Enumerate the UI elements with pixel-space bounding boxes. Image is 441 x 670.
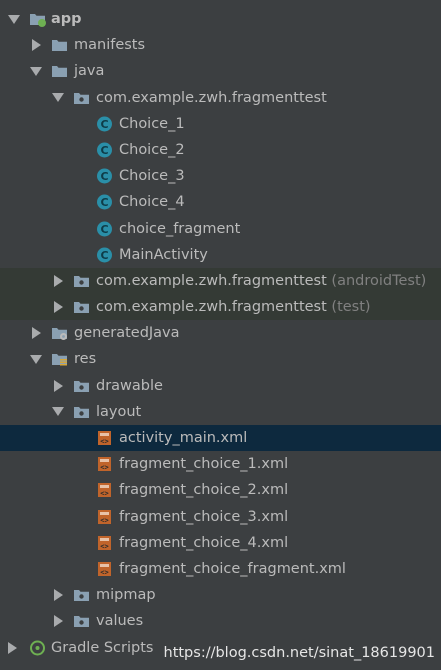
package-test-label: com.example.zwh.fragmenttest (test)	[96, 294, 371, 320]
tree-row-drawable[interactable]: drawable	[0, 373, 441, 399]
tree-row-layout-file[interactable]: fragment_choice_4.xml	[0, 530, 441, 556]
tree-row-package-test[interactable]: com.example.zwh.fragmenttest (test)	[0, 294, 441, 321]
tree-row-layout-file[interactable]: fragment_choice_fragment.xml	[0, 556, 441, 582]
folder-generated-java-label: generatedJava	[74, 325, 180, 342]
folder-icon	[51, 63, 68, 79]
generated-folder-icon	[51, 325, 67, 341]
layout-file-label: fragment_choice_2.xml	[119, 482, 289, 499]
package-icon	[73, 378, 90, 394]
collapse-arrow-icon[interactable]	[7, 6, 21, 32]
tree-row-res[interactable]: res	[0, 346, 441, 372]
expand-arrow-icon[interactable]	[51, 608, 65, 634]
tree-row-layout-file-selected[interactable]: activity_main.xml	[0, 425, 441, 452]
folder-mipmap-label: mipmap	[96, 587, 156, 604]
class-label: Choice_4	[119, 194, 185, 211]
package-icon	[73, 90, 90, 106]
tree-row-package-android-test[interactable]: com.example.zwh.fragmenttest (androidTes…	[0, 267, 441, 295]
expand-arrow-icon[interactable]	[51, 373, 65, 399]
module-app-label: app	[51, 11, 82, 27]
folder-drawable-label: drawable	[96, 377, 163, 394]
xml-layout-icon	[96, 456, 113, 472]
source-set-suffix: (test)	[331, 299, 371, 316]
tree-row-layout-file[interactable]: fragment_choice_1.xml	[0, 451, 441, 477]
expand-arrow-icon[interactable]	[29, 320, 43, 346]
collapse-arrow-icon[interactable]	[51, 85, 65, 111]
watermark-text: https://blog.csdn.net/sinat_18619901	[163, 645, 436, 661]
tree-row-values[interactable]: values	[0, 608, 441, 634]
tree-row-manifests[interactable]: manifests	[0, 32, 441, 58]
folder-manifests-label: manifests	[74, 37, 146, 54]
tree-row-layout[interactable]: layout	[0, 399, 441, 425]
tree-row-class[interactable]: choice_fragment	[0, 216, 441, 242]
class-icon	[96, 194, 113, 210]
xml-layout-icon	[96, 535, 113, 551]
class-label: Choice_1	[119, 115, 185, 132]
tree-row-layout-file[interactable]: fragment_choice_2.xml	[0, 477, 441, 503]
tree-row-class[interactable]: Choice_4	[0, 189, 441, 215]
folder-res-label: res	[74, 351, 97, 368]
class-icon	[96, 142, 113, 158]
class-label: choice_fragment	[119, 220, 241, 237]
class-icon	[96, 168, 113, 184]
expand-arrow-icon[interactable]	[51, 268, 65, 294]
class-icon	[96, 221, 113, 237]
package-name: com.example.zwh.fragmenttest	[96, 299, 327, 316]
xml-layout-icon	[96, 561, 113, 577]
tree-row-generated-java[interactable]: generatedJava	[0, 320, 441, 346]
tree-row-class[interactable]: Choice_3	[0, 163, 441, 189]
layout-file-label: fragment_choice_fragment.xml	[119, 560, 346, 577]
project-tree: app manifests java com.example.zwh.fragm…	[0, 6, 441, 661]
collapse-arrow-icon[interactable]	[29, 346, 43, 372]
tree-row-java[interactable]: java	[0, 58, 441, 84]
xml-layout-icon	[96, 482, 113, 498]
expand-arrow-icon[interactable]	[51, 582, 65, 608]
package-name: com.example.zwh.fragmenttest	[96, 272, 327, 289]
expand-arrow-icon[interactable]	[51, 294, 65, 320]
package-icon	[73, 299, 90, 315]
package-main-label: com.example.zwh.fragmenttest	[96, 89, 327, 106]
layout-file-label: fragment_choice_1.xml	[119, 456, 289, 473]
resources-folder-icon	[51, 351, 67, 366]
tree-row-class[interactable]: Choice_1	[0, 111, 441, 137]
package-icon	[73, 273, 90, 289]
folder-java-label: java	[74, 63, 105, 80]
xml-layout-icon	[96, 509, 113, 525]
tree-row-class[interactable]: MainActivity	[0, 242, 441, 268]
expand-arrow-icon[interactable]	[5, 635, 19, 661]
collapse-arrow-icon[interactable]	[51, 399, 65, 425]
class-label: Choice_3	[119, 168, 185, 185]
collapse-arrow-icon[interactable]	[29, 58, 43, 84]
class-icon	[96, 247, 113, 263]
layout-file-label: activity_main.xml	[119, 430, 248, 446]
class-label: MainActivity	[119, 246, 208, 263]
source-set-suffix: (androidTest)	[331, 272, 427, 289]
folder-layout-label: layout	[96, 403, 142, 420]
gradle-icon	[30, 640, 45, 655]
package-icon	[73, 404, 90, 420]
tree-row-package-main[interactable]: com.example.zwh.fragmenttest	[0, 85, 441, 111]
layout-file-label: fragment_choice_4.xml	[119, 534, 289, 551]
layout-file-label: fragment_choice_3.xml	[119, 508, 289, 525]
package-icon	[73, 587, 90, 603]
class-icon	[96, 116, 113, 132]
tree-row-app[interactable]: app	[0, 6, 441, 32]
folder-icon	[51, 37, 68, 53]
package-android-test-label: com.example.zwh.fragmenttest (androidTes…	[96, 268, 426, 294]
xml-layout-icon	[96, 430, 113, 446]
gradle-scripts-label: Gradle Scripts	[51, 639, 154, 656]
tree-row-mipmap[interactable]: mipmap	[0, 582, 441, 608]
module-folder-icon	[29, 11, 46, 27]
class-label: Choice_2	[119, 141, 185, 158]
package-icon	[73, 613, 90, 629]
folder-values-label: values	[96, 613, 144, 630]
expand-arrow-icon[interactable]	[29, 32, 43, 58]
tree-row-class[interactable]: Choice_2	[0, 137, 441, 163]
tree-row-layout-file[interactable]: fragment_choice_3.xml	[0, 504, 441, 530]
